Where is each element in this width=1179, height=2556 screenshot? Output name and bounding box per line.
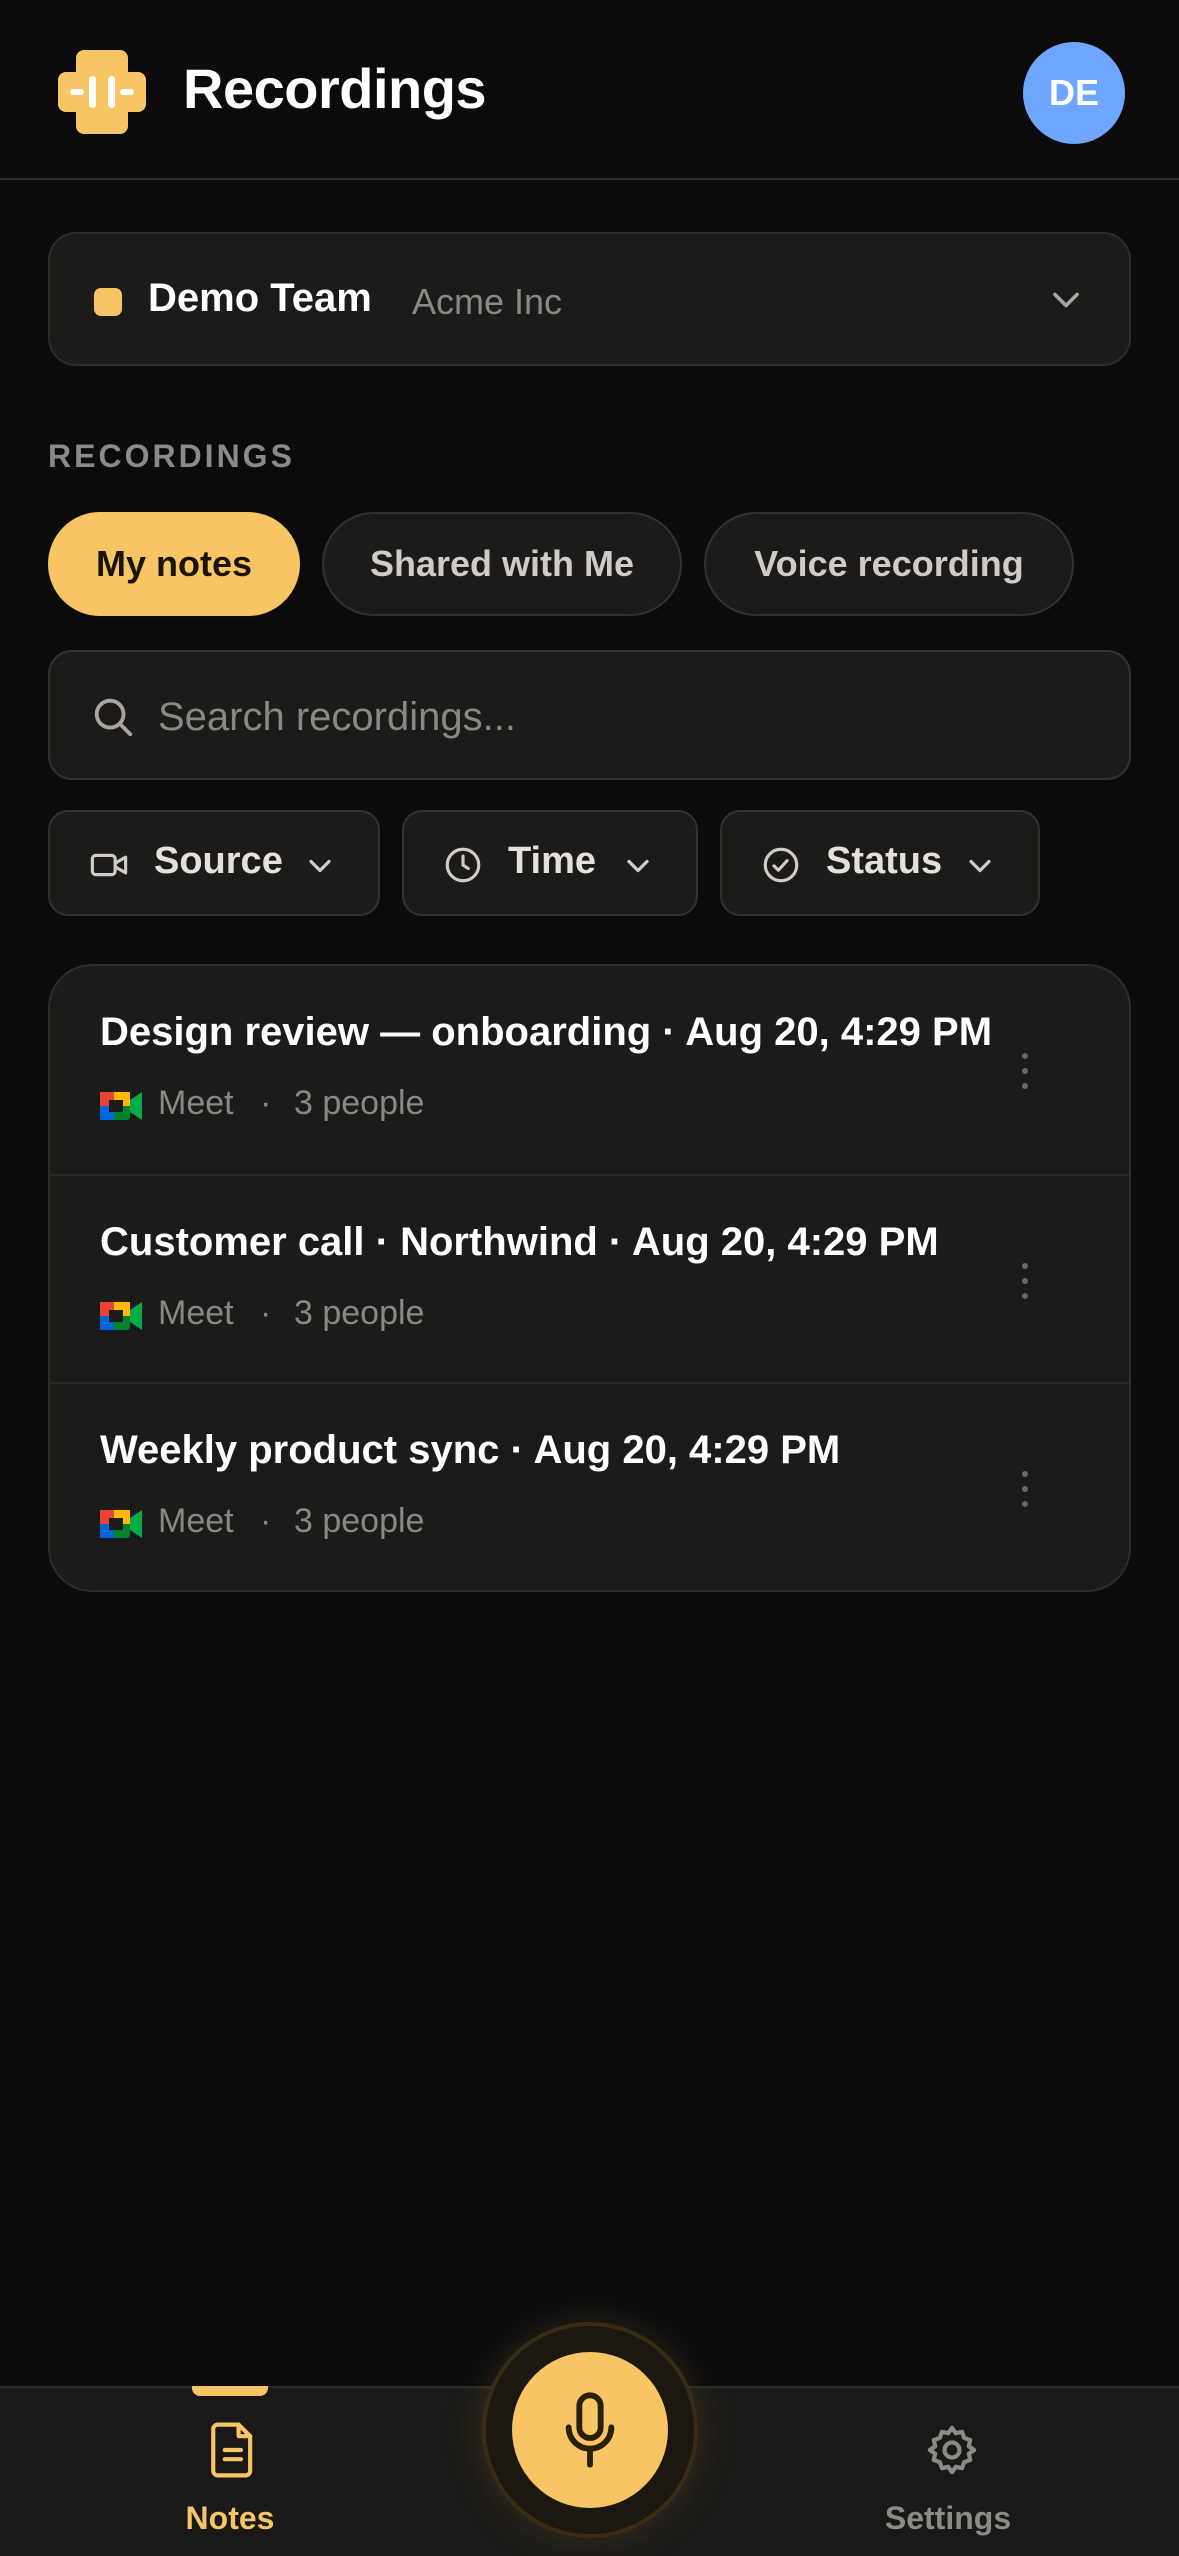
record-button[interactable] xyxy=(512,2352,668,2508)
filter-time[interactable]: Time xyxy=(402,810,698,916)
record-button-ring xyxy=(482,2322,698,2538)
chevron-down-icon xyxy=(1053,292,1079,308)
recording-source: Meet xyxy=(158,1084,234,1122)
team-selector[interactable]: Demo Team Acme Inc xyxy=(48,232,1131,366)
check-circle-icon xyxy=(763,847,799,883)
google-meet-icon xyxy=(100,1510,142,1538)
chevron-down-icon xyxy=(969,859,991,873)
tab-my-notes[interactable]: My notes xyxy=(48,512,300,616)
filter-time-label: Time xyxy=(508,840,597,882)
recording-participants: 3 people xyxy=(294,1502,425,1540)
google-meet-icon xyxy=(100,1092,142,1120)
meta-separator: · xyxy=(260,1084,272,1122)
team-color-dot xyxy=(94,288,122,316)
nav-notes-label: Notes xyxy=(185,2500,275,2536)
nav-settings[interactable]: Settings xyxy=(848,2388,1048,2556)
recording-title: Customer call · Northwind · Aug 20, 4:29… xyxy=(100,1220,939,1264)
team-org: Acme Inc xyxy=(412,281,563,322)
more-vertical-icon[interactable] xyxy=(1010,1256,1040,1306)
nav-notes[interactable]: Notes xyxy=(130,2388,330,2556)
recording-source: Meet xyxy=(158,1294,234,1332)
search-bar xyxy=(48,650,1131,780)
more-vertical-icon[interactable] xyxy=(1010,1464,1040,1514)
team-name: Demo Team xyxy=(148,276,372,320)
tab-voice-recording[interactable]: Voice recording xyxy=(704,512,1074,616)
video-camera-icon xyxy=(90,853,128,877)
microphone-icon xyxy=(565,2392,615,2468)
search-icon xyxy=(94,698,133,737)
recording-source: Meet xyxy=(158,1502,234,1540)
nav-settings-label: Settings xyxy=(884,2500,1012,2536)
recording-title: Design review — onboarding · Aug 20, 4:2… xyxy=(100,1010,993,1054)
search-input[interactable] xyxy=(158,682,1098,752)
avatar[interactable]: DE xyxy=(1023,42,1125,144)
filter-source[interactable]: Source xyxy=(48,810,380,916)
clock-icon xyxy=(445,847,481,883)
section-label: RECORDINGS xyxy=(48,438,295,474)
recording-participants: 3 people xyxy=(294,1294,425,1332)
recording-participants: 3 people xyxy=(294,1084,425,1122)
recording-item[interactable]: Weekly product sync · Aug 20, 4:29 PM Me… xyxy=(50,1382,1129,1590)
recording-title: Weekly product sync · Aug 20, 4:29 PM xyxy=(100,1428,841,1472)
filter-status-label: Status xyxy=(826,840,943,882)
waveform-logo-icon xyxy=(58,50,146,134)
meta-separator: · xyxy=(260,1502,272,1540)
recordings-list: Design review — onboarding · Aug 20, 4:2… xyxy=(48,964,1131,1592)
app-header: Recordings DE xyxy=(0,0,1179,180)
tab-shared-with-me[interactable]: Shared with Me xyxy=(322,512,682,616)
chevron-down-icon xyxy=(627,859,649,873)
more-vertical-icon[interactable] xyxy=(1010,1046,1040,1096)
filter-status[interactable]: Status xyxy=(720,810,1040,916)
gear-icon xyxy=(927,2425,977,2475)
filter-source-label: Source xyxy=(154,840,283,882)
chevron-down-icon xyxy=(309,859,331,873)
page-title: Recordings xyxy=(183,57,487,120)
google-meet-icon xyxy=(100,1302,142,1330)
recording-item[interactable]: Customer call · Northwind · Aug 20, 4:29… xyxy=(50,1174,1129,1382)
meta-separator: · xyxy=(260,1294,272,1332)
recording-item[interactable]: Design review — onboarding · Aug 20, 4:2… xyxy=(50,966,1129,1174)
document-icon xyxy=(211,2422,253,2478)
